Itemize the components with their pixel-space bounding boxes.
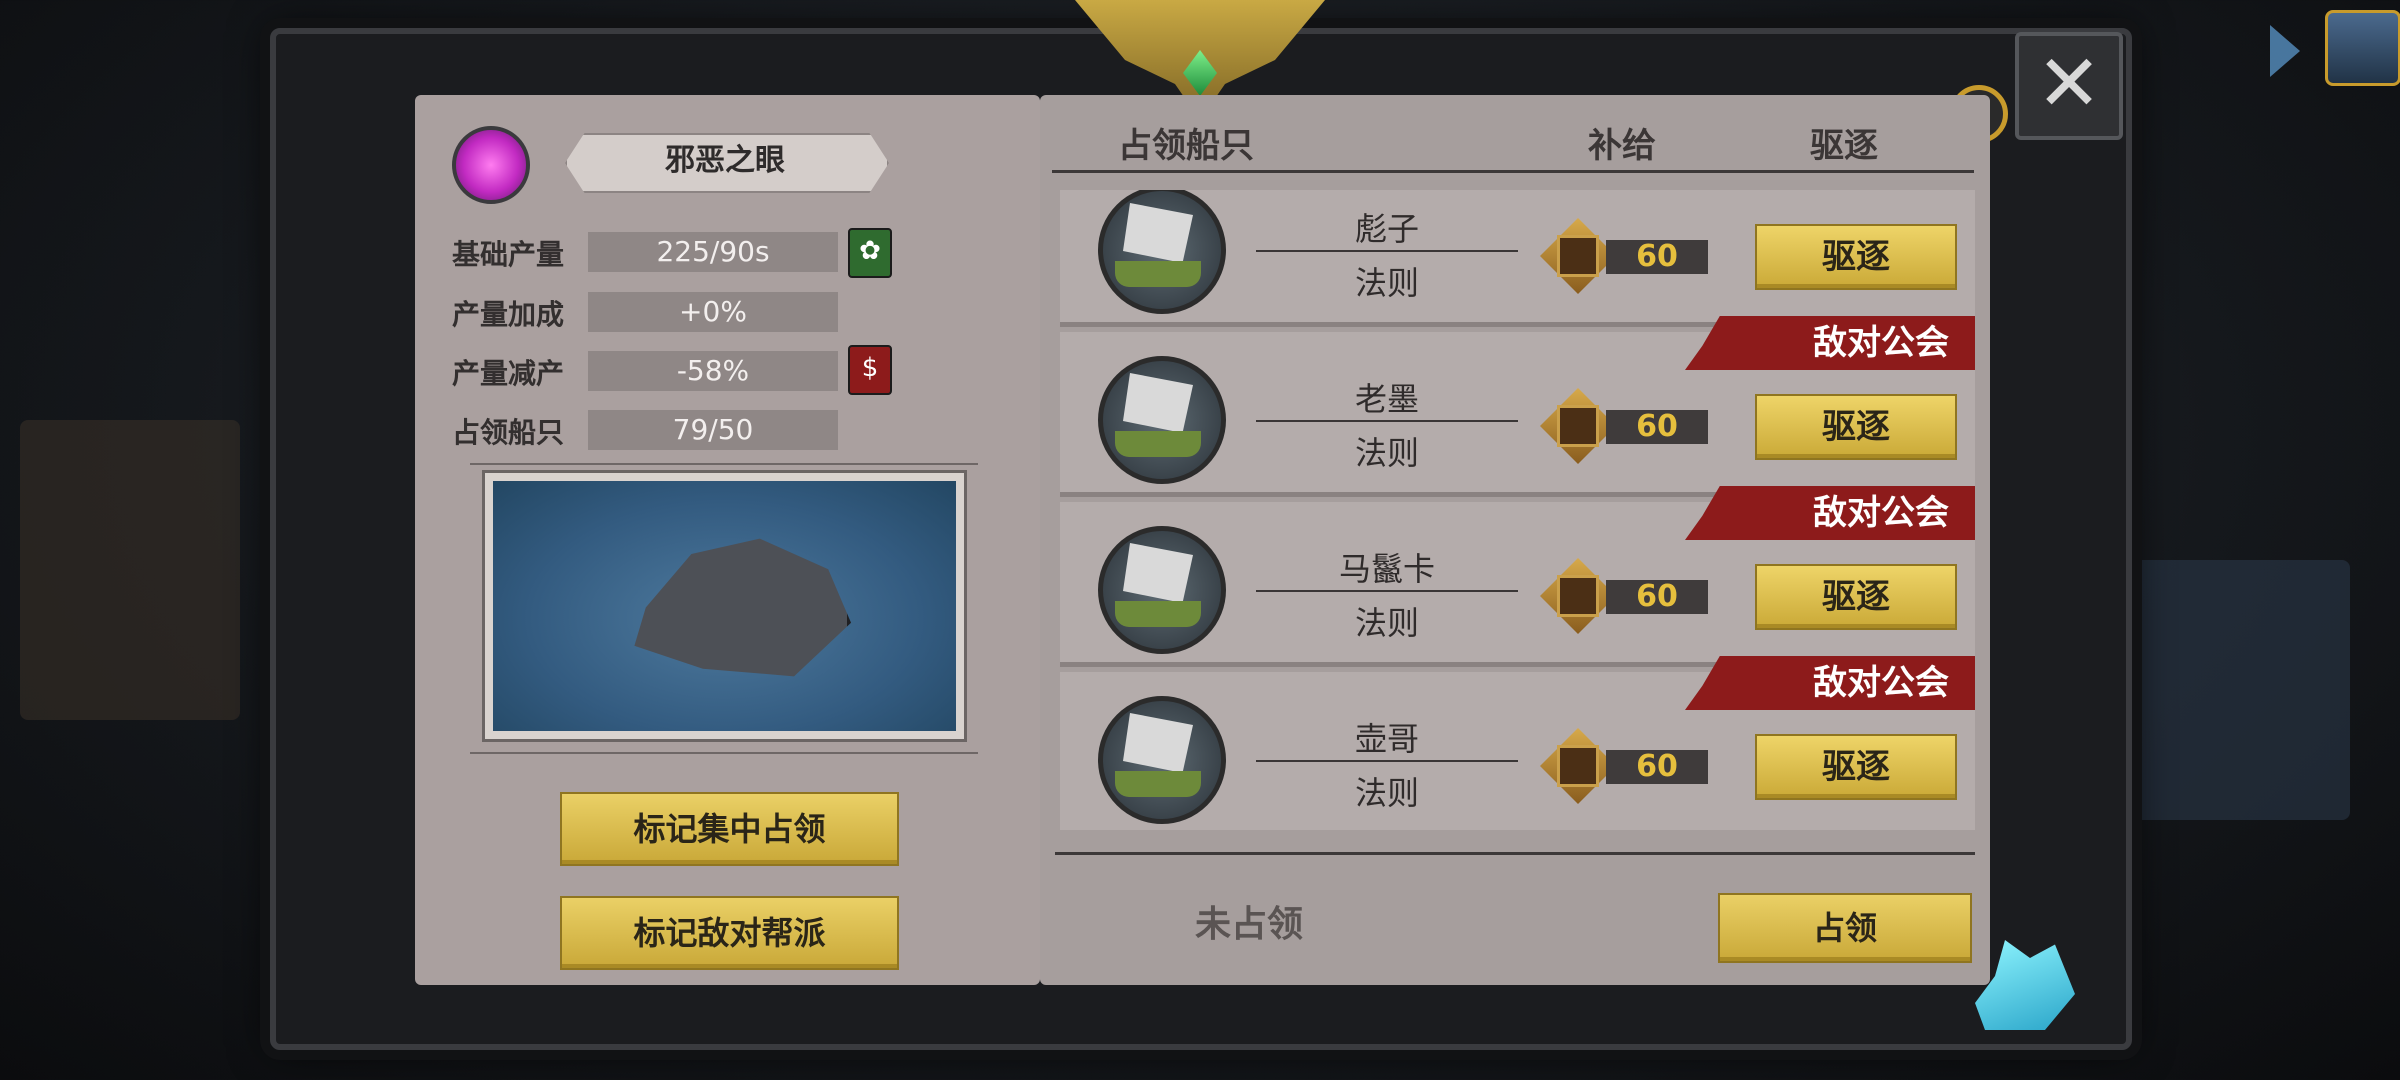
- row-divider: [1256, 420, 1518, 422]
- player-name: 彪子: [1354, 210, 1419, 248]
- stat-value-occupying-ships: 79/50: [588, 410, 838, 450]
- ship-icon: [1098, 356, 1226, 484]
- occupation-status: 未占领: [1195, 904, 1304, 945]
- hostile-guild-badge: 敌对公会: [1685, 486, 1975, 540]
- supply-barrel-core: [1557, 745, 1599, 787]
- column-header-supply: 补给: [1588, 126, 1656, 166]
- stat-value-base-output: 225/90s: [588, 232, 838, 272]
- supply-barrel-core: [1557, 235, 1599, 277]
- stat-label-occupying-ships: 占领船只: [452, 416, 565, 449]
- hostile-guild-badge: 敌对公会: [1685, 316, 1975, 370]
- player-name: 马鬣卡: [1338, 550, 1435, 588]
- background-barrels: [2130, 560, 2350, 820]
- island-illustration: [493, 481, 956, 731]
- expel-button[interactable]: 驱逐: [1755, 564, 1957, 630]
- column-header-ships: 占领船只: [1118, 126, 1254, 166]
- expel-button[interactable]: 驱逐: [1755, 224, 1957, 290]
- table-row: 敌对公会 壶哥 法则 60 驱逐: [1060, 656, 1975, 830]
- stat-label-output-bonus: 产量加成: [452, 298, 565, 331]
- row-divider: [1256, 590, 1518, 592]
- supply-barrel-core: [1557, 575, 1599, 617]
- side-arrow-icon[interactable]: [2270, 25, 2300, 77]
- divider: [470, 463, 978, 465]
- expel-button[interactable]: 驱逐: [1755, 734, 1957, 800]
- mark-hostile-gang-button[interactable]: 标记敌对帮派: [560, 896, 899, 970]
- row-divider: [1256, 250, 1518, 252]
- expel-button[interactable]: 驱逐: [1755, 394, 1957, 460]
- stat-value-output-penalty: -58%: [588, 351, 838, 391]
- chest-icon[interactable]: [2325, 10, 2400, 86]
- stat-value-output-bonus: +0%: [588, 292, 838, 332]
- mark-focus-occupy-button[interactable]: 标记集中占领: [560, 792, 899, 866]
- divider: [470, 752, 978, 754]
- row-divider: [1256, 760, 1518, 762]
- island-rock: [634, 538, 851, 677]
- territory-emblem-icon: [452, 126, 530, 204]
- occupy-button[interactable]: 占领: [1718, 893, 1972, 963]
- penalty-icon[interactable]: $: [848, 345, 892, 395]
- table-row: 彪子 法则 60 驱逐: [1060, 190, 1975, 327]
- supply-value: 60: [1606, 750, 1708, 784]
- ship-icon: [1098, 526, 1226, 654]
- column-header-expel: 驱逐: [1810, 126, 1878, 166]
- stat-label-base-output: 基础产量: [452, 238, 565, 271]
- player-name: 老墨: [1354, 380, 1419, 418]
- supply-value: 60: [1606, 410, 1708, 444]
- stat-label-output-penalty: 产量减产: [452, 357, 565, 390]
- guild-name: 法则: [1354, 774, 1419, 812]
- resource-icon[interactable]: ✿: [848, 228, 892, 278]
- background-crates: [20, 420, 240, 720]
- hostile-guild-badge: 敌对公会: [1685, 656, 1975, 710]
- supply-barrel-core: [1557, 405, 1599, 447]
- guild-name: 法则: [1354, 434, 1419, 472]
- player-name: 壶哥: [1354, 720, 1419, 758]
- territory-name: 邪恶之眼: [665, 143, 785, 178]
- table-row: 敌对公会 老墨 法则 60 驱逐: [1060, 316, 1975, 497]
- header-divider: [1052, 170, 1974, 173]
- close-button[interactable]: ✕: [2015, 32, 2123, 140]
- guild-name: 法则: [1354, 264, 1419, 302]
- table-row: 敌对公会 马鬣卡 法则 60 驱逐: [1060, 486, 1975, 667]
- guild-name: 法则: [1354, 604, 1419, 642]
- close-icon: ✕: [2036, 39, 2102, 129]
- supply-value: 60: [1606, 240, 1708, 274]
- ship-icon: [1098, 696, 1226, 824]
- occupying-ships-list[interactable]: 彪子 法则 60 驱逐 敌对公会 老墨 法则 60 驱逐 敌对公会 马鬣卡 法则…: [1060, 190, 1975, 830]
- supply-value: 60: [1606, 580, 1708, 614]
- footer-divider: [1055, 852, 1975, 855]
- ship-icon: [1098, 190, 1226, 314]
- territory-map: [482, 470, 967, 742]
